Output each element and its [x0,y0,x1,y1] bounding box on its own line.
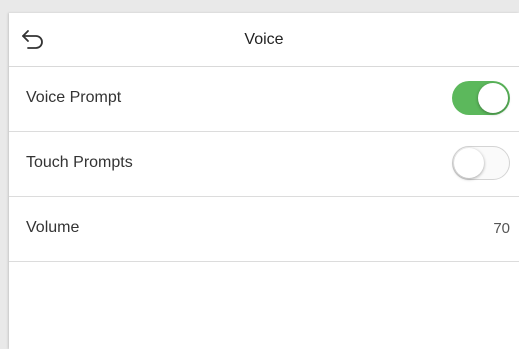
page-title: Voice [244,31,284,48]
setting-row-volume[interactable]: Volume 70 [9,197,519,262]
volume-value: 70 [493,220,510,237]
touch-prompts-label: Touch Prompts [26,154,133,171]
setting-row-voice-prompt[interactable]: Voice Prompt [9,67,519,132]
setting-row-touch-prompts[interactable]: Touch Prompts [9,132,519,197]
volume-label: Volume [26,219,80,236]
toggle-knob [478,83,508,113]
voice-prompt-label: Voice Prompt [26,89,122,106]
touch-prompts-toggle[interactable] [452,146,510,180]
toggle-knob [454,148,484,178]
header-bar: Voice [9,13,519,67]
voice-settings-screen: Voice Voice Prompt Touch Prompts Volume … [9,13,519,349]
voice-prompt-toggle[interactable] [452,81,510,115]
